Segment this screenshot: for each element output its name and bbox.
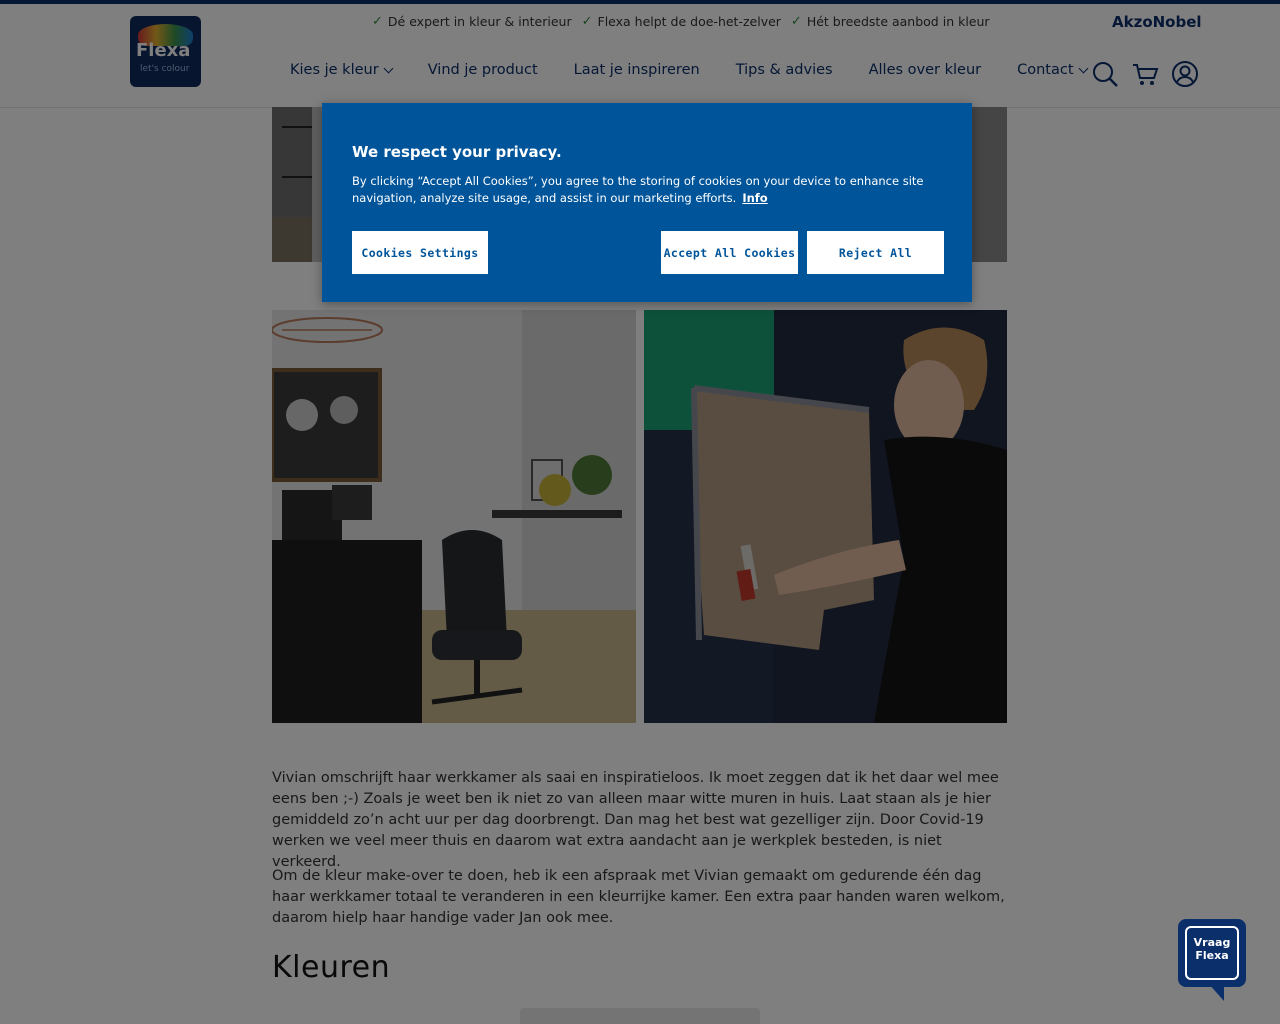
cookies-settings-button[interactable]: Cookies Settings: [352, 231, 488, 274]
reject-all-cookies-button[interactable]: Reject All: [807, 231, 944, 274]
vraag-flexa-chat-button[interactable]: Vraag Flexa: [1178, 919, 1246, 1001]
cookie-privacy-banner: We respect your privacy. By clicking “Ac…: [322, 103, 972, 302]
cookie-banner-title: We respect your privacy.: [352, 143, 562, 161]
chat-label: Vraag Flexa: [1193, 936, 1231, 962]
accept-all-cookies-button[interactable]: Accept All Cookies: [661, 231, 798, 274]
cookie-info-link[interactable]: Info: [742, 191, 767, 205]
cookie-banner-description: By clicking “Accept All Cookies”, you ag…: [352, 174, 924, 205]
